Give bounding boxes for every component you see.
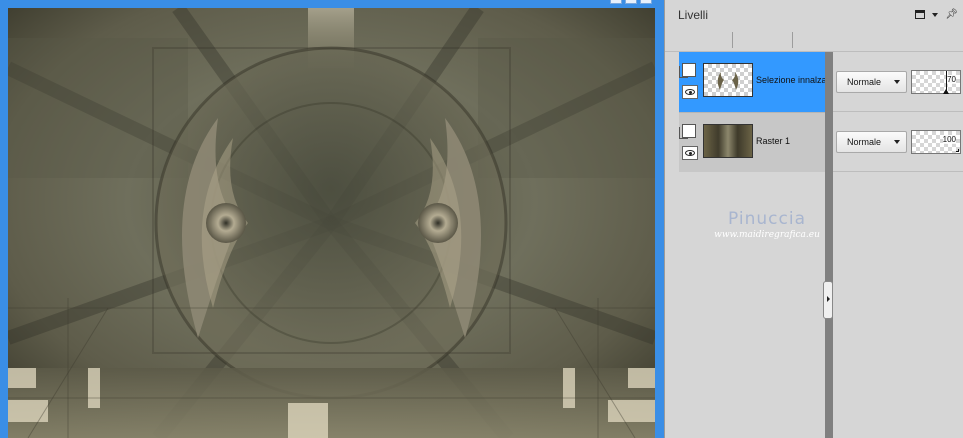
panel-splitter[interactable] <box>825 52 833 438</box>
opacity-value: 70 <box>947 75 956 84</box>
eye-icon[interactable] <box>682 85 698 99</box>
panel-header: Livelli 📌︎ <box>665 0 963 30</box>
panel-buttons: 📌︎ <box>915 9 958 20</box>
canvas-window-border <box>655 8 664 438</box>
layer-properties-row: Normale 100 <box>833 112 963 172</box>
restore-icon[interactable] <box>915 10 926 19</box>
layer-list: Selezione innalzata Raster 1 <box>679 52 825 438</box>
layer-group-icon[interactable] <box>679 63 696 78</box>
app-root: Livelli 📌︎ Selezione innalza Raster 1 No… <box>0 0 963 438</box>
opacity-slider[interactable]: 70 <box>911 70 961 94</box>
opacity-corner-icon <box>956 149 959 152</box>
layer-properties-row: Normale 70 <box>833 52 963 112</box>
canvas-window <box>0 0 664 438</box>
chevron-down-icon[interactable] <box>932 12 939 17</box>
splitter-handle[interactable] <box>823 281 833 319</box>
toolbar-divider <box>732 32 733 48</box>
opacity-slider[interactable]: 100 <box>911 130 961 154</box>
layer-icons <box>679 124 700 160</box>
panel-title: Livelli <box>678 8 709 22</box>
close-icon[interactable] <box>640 0 652 4</box>
layer-thumbnail <box>703 124 753 158</box>
layer-name: Raster 1 <box>756 136 791 146</box>
minimize-icon[interactable] <box>610 0 622 4</box>
layer-row-raster-1[interactable]: Raster 1 <box>679 112 825 172</box>
layer-thumbnail-art <box>717 72 739 90</box>
watermark-name: Pinuccia <box>728 209 806 229</box>
canvas-image[interactable] <box>8 8 655 438</box>
opacity-pointer-icon[interactable] <box>943 89 949 94</box>
layer-group-icon[interactable] <box>679 124 696 139</box>
watermark: Pinuccia www.maidiregrafica.eu <box>706 209 828 240</box>
abstract-artwork <box>8 8 655 438</box>
layer-name: Selezione innalzata <box>756 75 825 85</box>
layer-row-selezione-innalzata[interactable]: Selezione innalzata <box>679 52 825 112</box>
maximize-icon[interactable] <box>625 0 637 4</box>
blend-mode-select[interactable]: Normale <box>836 131 907 153</box>
layer-thumbnail <box>703 63 753 97</box>
blend-mode-select[interactable]: Normale <box>836 71 907 93</box>
window-controls <box>610 0 652 5</box>
layer-icons <box>679 63 700 99</box>
eye-icon[interactable] <box>682 146 698 160</box>
layer-properties: Normale 70 Normale 100 <box>833 52 963 438</box>
pin-icon[interactable]: 📌︎ <box>945 9 958 20</box>
panel-toolbar <box>665 30 963 52</box>
toolbar-divider <box>792 32 793 48</box>
opacity-value: 100 <box>942 135 956 144</box>
canvas-window-titlebar <box>0 0 664 8</box>
watermark-url: www.maidiregrafica.eu <box>714 230 820 240</box>
